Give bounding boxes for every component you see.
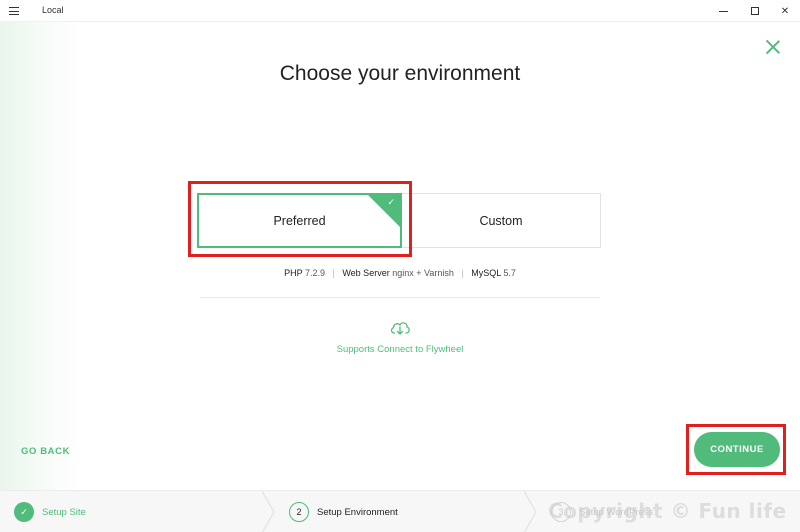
option-preferred[interactable]: Preferred ✓ [197,193,402,248]
steps-bar: ✓ Setup Site 2 Setup Environment 3 Setup… [0,490,800,532]
step-number: 2 [289,502,309,522]
spec-separator: | [461,268,464,278]
left-gradient-panel [0,22,80,490]
step-label: Setup Site [42,506,86,518]
maximize-icon[interactable] [740,0,770,22]
flywheel-support-text: Supports Connect to Flywheel [336,344,464,355]
step-chevron-icon [524,491,537,532]
title-bar: Local ✕ [0,0,800,22]
option-preferred-label: Preferred [273,213,326,228]
checkmark-icon: ✓ [387,197,395,207]
go-back-button[interactable]: GO BACK [21,446,70,457]
flywheel-cloud-icon [390,322,410,335]
step-number: 3 [551,502,571,522]
spec-separator: | [332,268,335,278]
option-custom[interactable]: Custom [402,193,601,248]
minimize-icon[interactable] [708,0,738,22]
divider [200,297,600,298]
step-done-icon: ✓ [14,502,34,522]
close-x-icon[interactable] [765,39,781,55]
continue-button[interactable]: CONTINUE [694,432,780,467]
step-label: Setup Environment [317,506,398,518]
step-label: Setup WordPress [579,506,654,518]
step-setup-wordpress: 3 Setup WordPress [551,491,653,532]
environment-specs: PHP 7.2.9 | Web Server nginx + Varnish |… [0,268,800,278]
mysql-version: 5.7 [503,268,516,278]
option-custom-label: Custom [479,213,523,228]
php-version: 7.2.9 [304,268,325,278]
menu-icon[interactable] [9,7,19,15]
selected-corner [368,195,400,227]
environment-options: Preferred ✓ Custom [197,193,601,248]
page-title: Choose your environment [279,62,521,85]
app-title: Local [42,5,64,15]
step-setup-site: ✓ Setup Site [14,491,86,532]
window-close-icon[interactable]: ✕ [770,0,800,22]
server-label: Web Server [342,268,390,278]
php-label: PHP [284,268,303,278]
mysql-label: MySQL [471,268,501,278]
step-chevron-icon [262,491,275,532]
step-setup-environment: 2 Setup Environment [289,491,398,532]
server-value: nginx + Varnish [392,268,454,278]
